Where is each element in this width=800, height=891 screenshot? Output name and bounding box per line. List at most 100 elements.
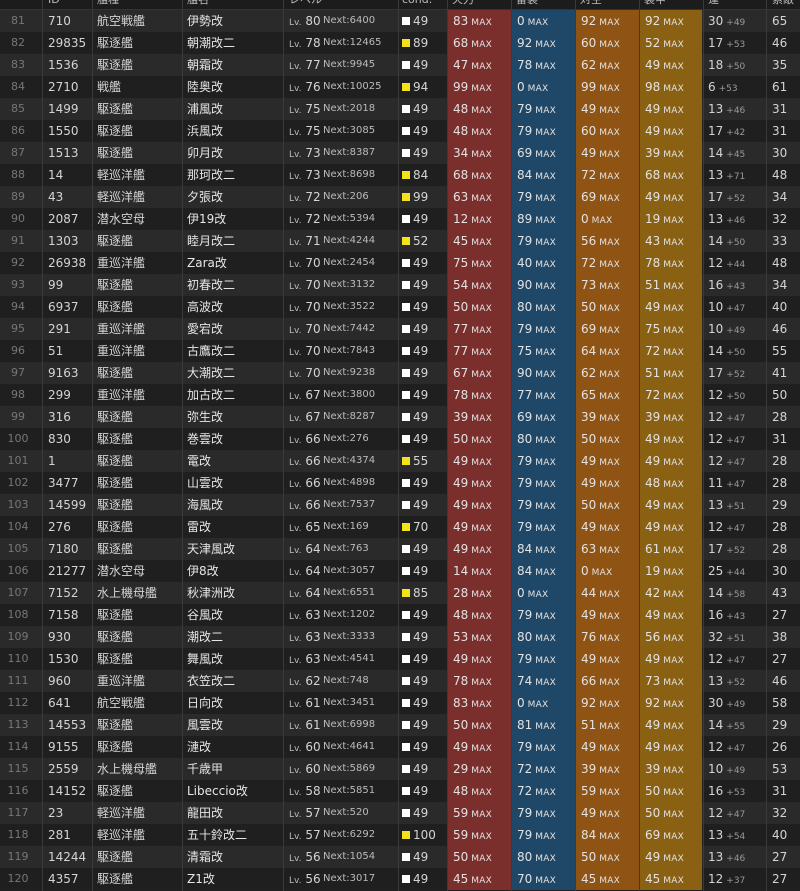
table-row[interactable]: 109 930 駆逐艦 潮改二 Lv. 63 Next:3333 49 53 MAX 80 MAX 7… [0, 626, 800, 648]
table-row[interactable]: 87 1513 駆逐艦 卯月改 Lv. 73 Next:8387 49 34 MAX 69 MAX 4… [0, 142, 800, 164]
torpedo-cell: 89 MAX [512, 208, 575, 230]
table-row[interactable]: 107 7152 水上機母艦 秋津洲改 Lv. 64 Next:6551 85 28 MAX 0 M… [0, 582, 800, 604]
table-row[interactable]: 114 9155 駆逐艦 漣改 Lv. 60 Next:4641 49 49 MAX 79 MAX 4… [0, 736, 800, 758]
table-row[interactable]: 91 1303 駆逐艦 睦月改二 Lv. 71 Next:4244 52 45 MAX 79 MAX… [0, 230, 800, 252]
antiair-value: 0 [581, 564, 589, 578]
table-row[interactable]: 84 2710 戦艦 陸奥改 Lv. 76 Next:10025 94 99 MAX 0 MAX 99… [0, 76, 800, 98]
level-cell: Lv. 60 [289, 758, 321, 780]
table-row[interactable]: 98 299 重巡洋艦 加古改二 Lv. 67 Next:3800 49 78 MAX 77 MAX… [0, 384, 800, 406]
column-divider[interactable] [92, 0, 93, 891]
ship-name: 伊勢改 [187, 14, 224, 28]
table-row[interactable]: 116 14152 駆逐艦 Libeccio改 Lv. 58 Next:5851 49 48 M… [0, 780, 800, 802]
next-exp-value: 1202 [349, 609, 376, 620]
armor-value: 48 [645, 476, 661, 490]
next-prefix: Next: [323, 81, 350, 92]
max-tag: MAX [663, 480, 684, 490]
column-divider[interactable] [447, 0, 448, 891]
header-id[interactable]: ID [48, 0, 60, 9]
table-row[interactable]: 111 960 重巡洋艦 衣笠改二 Lv. 62 Next:748 49 78 MAX 74 MAX… [0, 670, 800, 692]
table-row[interactable]: 85 1499 駆逐艦 浦風改 Lv. 75 Next:2018 49 48 MAX 79 MAX 4… [0, 98, 800, 120]
column-divider[interactable] [639, 0, 640, 891]
header-name[interactable]: 艦名 [187, 0, 209, 9]
table-row[interactable]: 95 291 重巡洋艦 愛宕改 Lv. 70 Next:7442 49 77 MAX 79 MAX 6… [0, 318, 800, 340]
firepower-cell: 59 MAX [448, 824, 511, 846]
column-divider[interactable] [283, 0, 284, 891]
header-cond[interactable]: cond. [402, 0, 432, 9]
firepower-cell: 29 MAX [448, 758, 511, 780]
header-armor[interactable]: 装甲 [644, 0, 666, 9]
header-level[interactable]: レベル [289, 0, 322, 9]
next-exp-cell: Next:3017 [323, 868, 375, 890]
max-tag: MAX [663, 744, 684, 754]
table-row[interactable]: 92 26938 重巡洋艦 Zara改 Lv. 70 Next:2454 49 75 MAX 40… [0, 252, 800, 274]
table-row[interactable]: 110 1530 駆逐艦 舞風改 Lv. 63 Next:4541 49 49 MAX 79 MAX… [0, 648, 800, 670]
luck-cell: 16 +43 [708, 274, 745, 296]
header-firepower[interactable]: 火力 [452, 0, 474, 9]
table-row[interactable]: 118 281 軽巡洋艦 五十鈴改二 Lv. 57 Next:6292 100 59 MAX 79… [0, 824, 800, 846]
table-row[interactable]: 89 43 軽巡洋艦 夕張改 Lv. 72 Next:206 99 63 MAX 79 MAX 69 M… [0, 186, 800, 208]
torpedo-cell: 84 MAX [512, 560, 575, 582]
antiair-cell: 50 MAX [576, 296, 639, 318]
cond-square-icon [402, 545, 410, 553]
cond-cell: 49 [402, 362, 428, 384]
column-divider[interactable] [398, 0, 399, 891]
table-row[interactable]: 83 1536 駆逐艦 朝霜改 Lv. 77 Next:9945 49 47 MAX 78 MAX 6… [0, 54, 800, 76]
column-divider[interactable] [182, 0, 183, 891]
max-tag: MAX [663, 700, 684, 710]
max-tag: MAX [663, 568, 684, 578]
header-antiair[interactable]: 対空 [580, 0, 602, 9]
column-divider[interactable] [766, 0, 767, 891]
table-row[interactable]: 120 4357 駆逐艦 Z1改 Lv. 56 Next:3017 49 45 MAX 70 MAX… [0, 868, 800, 890]
luck-value: 14 [708, 344, 724, 358]
level-cell: Lv. 64 [289, 582, 321, 604]
column-divider[interactable] [42, 0, 43, 891]
next-prefix: Next: [323, 169, 350, 180]
luck-value: 17 [708, 190, 724, 204]
torpedo-value: 72 [517, 784, 533, 798]
cond-value: 55 [413, 454, 429, 468]
table-row[interactable]: 108 7158 駆逐艦 谷風改 Lv. 63 Next:1202 49 48 MAX 79 MAX… [0, 604, 800, 626]
cond-square-icon [402, 105, 410, 113]
armor-cell: 51 MAX [640, 362, 702, 384]
table-row[interactable]: 93 99 駆逐艦 初春改二 Lv. 70 Next:3132 49 54 MAX 90 MAX 73… [0, 274, 800, 296]
table-row[interactable]: 97 9163 駆逐艦 大潮改二 Lv. 70 Next:9238 49 67 MAX 90 MAX… [0, 362, 800, 384]
table-row[interactable]: 115 2559 水上機母艦 千歳甲 Lv. 60 Next:5869 49 29 MAX 72 M… [0, 758, 800, 780]
max-tag: MAX [535, 172, 556, 182]
table-row[interactable]: 88 14 軽巡洋艦 那珂改二 Lv. 73 Next:8698 84 68 MAX 84 MAX 7… [0, 164, 800, 186]
table-row[interactable]: 82 29835 駆逐艦 朝潮改二 Lv. 78 Next:12465 89 68 MAX 92 M… [0, 32, 800, 54]
header-los[interactable]: 索敵 [772, 0, 794, 9]
level-prefix: Lv. [289, 832, 302, 842]
max-tag: MAX [599, 436, 620, 446]
table-row[interactable]: 105 7180 駆逐艦 天津風改 Lv. 64 Next:763 49 49 MAX 84 MAX… [0, 538, 800, 560]
table-row[interactable]: 86 1550 駆逐艦 浜風改 Lv. 75 Next:3085 49 48 MAX 79 MAX 6… [0, 120, 800, 142]
table-row[interactable]: 103 14599 駆逐艦 海風改 Lv. 66 Next:7537 49 49 MAX 79 MA… [0, 494, 800, 516]
table-row[interactable]: 112 641 航空戦艦 日向改 Lv. 61 Next:3451 49 83 MAX 0 MAX 9… [0, 692, 800, 714]
table-row[interactable]: 90 2087 潜水空母 伊19改 Lv. 72 Next:5394 49 12 MAX 89 MA… [0, 208, 800, 230]
table-row[interactable]: 101 1 駆逐艦 電改 Lv. 66 Next:4374 55 49 MAX 79 MAX 49 MA… [0, 450, 800, 472]
table-row[interactable]: 96 51 重巡洋艦 古鷹改二 Lv. 70 Next:7843 49 77 MAX 75 MAX 6… [0, 340, 800, 362]
max-tag: MAX [599, 40, 620, 50]
table-row[interactable]: 100 830 駆逐艦 巻雲改 Lv. 66 Next:276 49 50 MAX 80 MAX 50… [0, 428, 800, 450]
header-torpedo[interactable]: 雷装 [516, 0, 538, 9]
header-luck[interactable]: 運 [708, 0, 719, 9]
table-row[interactable]: 113 14553 駆逐艦 風雲改 Lv. 61 Next:6998 49 50 MAX 81 MA… [0, 714, 800, 736]
table-row[interactable]: 106 21277 潜水空母 伊8改 Lv. 64 Next:3057 49 14 MAX 84 M… [0, 560, 800, 582]
column-divider[interactable] [511, 0, 512, 891]
table-row[interactable]: 117 23 軽巡洋艦 龍田改 Lv. 57 Next:520 49 59 MAX 79 MAX 49… [0, 802, 800, 824]
table-row[interactable]: 94 6937 駆逐艦 高波改 Lv. 70 Next:3522 49 50 MAX 80 MAX 5… [0, 296, 800, 318]
header-type[interactable]: 艦種 [97, 0, 119, 9]
armor-cell: 98 MAX [640, 76, 702, 98]
firepower-cell: 78 MAX [448, 384, 511, 406]
antiair-cell: 49 MAX [576, 142, 639, 164]
cond-square-icon [402, 171, 410, 179]
luck-remaining: +53 [726, 788, 746, 798]
column-divider[interactable] [575, 0, 576, 891]
table-row[interactable]: 104 276 駆逐艦 雷改 Lv. 65 Next:169 70 49 MAX 79 MAX 49 M… [0, 516, 800, 538]
column-divider[interactable] [703, 0, 704, 891]
table-row[interactable]: 81 710 航空戦艦 伊勢改 Lv. 80 Next:6400 49 83 MAX 0 MAX 92… [0, 10, 800, 32]
table-row[interactable]: 99 316 駆逐艦 弥生改 Lv. 67 Next:8287 49 39 MAX 69 MAX 39… [0, 406, 800, 428]
table-row[interactable]: 102 3477 駆逐艦 山雲改 Lv. 66 Next:4898 49 49 MAX 79 MAX… [0, 472, 800, 494]
cond-square-icon [402, 391, 410, 399]
table-row[interactable]: 119 14244 駆逐艦 清霜改 Lv. 56 Next:1054 49 50 MAX 80 MA… [0, 846, 800, 868]
luck-remaining: +49 [726, 18, 746, 28]
